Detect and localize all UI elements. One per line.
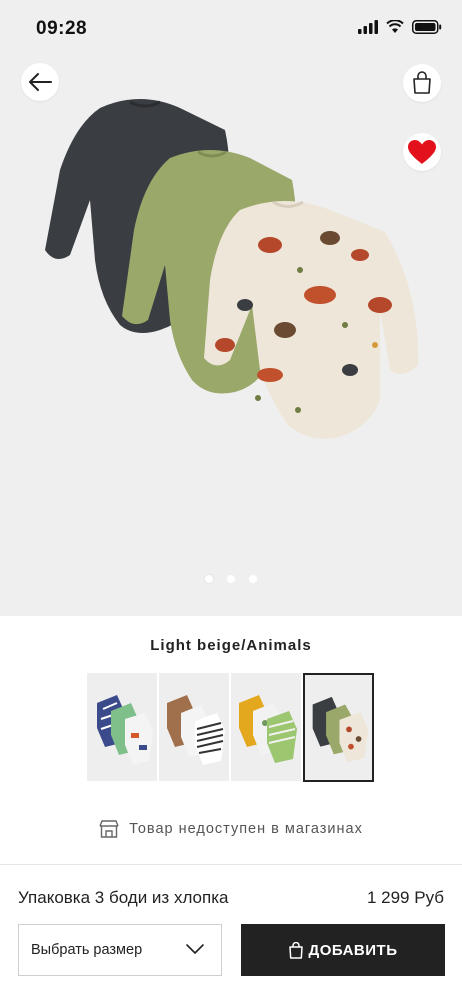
gallery-dot-2[interactable] [227, 575, 235, 583]
swatch-image [159, 673, 229, 781]
gallery-pagination [0, 575, 462, 583]
add-to-bag-button[interactable]: ДОБАВИТЬ [241, 924, 445, 976]
store-availability: Товар недоступен в магазинах [0, 820, 462, 838]
product-image [45, 99, 419, 439]
back-button[interactable] [21, 63, 59, 101]
battery-icon [412, 20, 442, 34]
swatch-light-beige-animals[interactable] [303, 673, 374, 782]
swatch-image [305, 675, 372, 780]
size-select-label: Выбрать размер [31, 942, 143, 958]
arrow-left-icon [29, 73, 52, 91]
beige-bodysuit [204, 200, 419, 439]
color-name: Light beige/Animals [150, 637, 312, 654]
shopping-bag-button[interactable] [403, 64, 441, 102]
heart-icon [408, 140, 436, 164]
store-availability-text: Товар недоступен в магазинах [129, 821, 363, 837]
shopping-bag-icon [288, 941, 303, 959]
swatch-image [231, 673, 301, 781]
product-title: Упаковка 3 боди из хлопка [18, 888, 229, 907]
shopping-bag-icon [413, 71, 431, 94]
chevron-down-icon [186, 944, 204, 954]
wifi-icon [386, 20, 404, 33]
divider [0, 864, 462, 865]
swatch-brown-stripes[interactable] [159, 673, 229, 781]
swatch-vehicles[interactable] [87, 673, 157, 781]
gallery-dot-1[interactable] [205, 575, 213, 583]
product-hero[interactable] [0, 0, 462, 616]
store-icon [99, 820, 119, 838]
swatch-yellow-animals[interactable] [231, 673, 301, 781]
status-icons [358, 20, 442, 34]
add-to-bag-label: ДОБАВИТЬ [308, 941, 398, 959]
product-price: 1 299 Руб [366, 888, 444, 907]
size-select[interactable]: Выбрать размер [18, 924, 222, 976]
cellular-signal-icon [358, 20, 378, 34]
swatch-image [87, 673, 157, 781]
favorite-button[interactable] [403, 133, 441, 171]
color-swatches [87, 673, 374, 782]
status-time: 09:28 [36, 18, 88, 39]
status-bar: 09:28 [0, 0, 462, 60]
gallery-dot-3[interactable] [249, 575, 257, 583]
